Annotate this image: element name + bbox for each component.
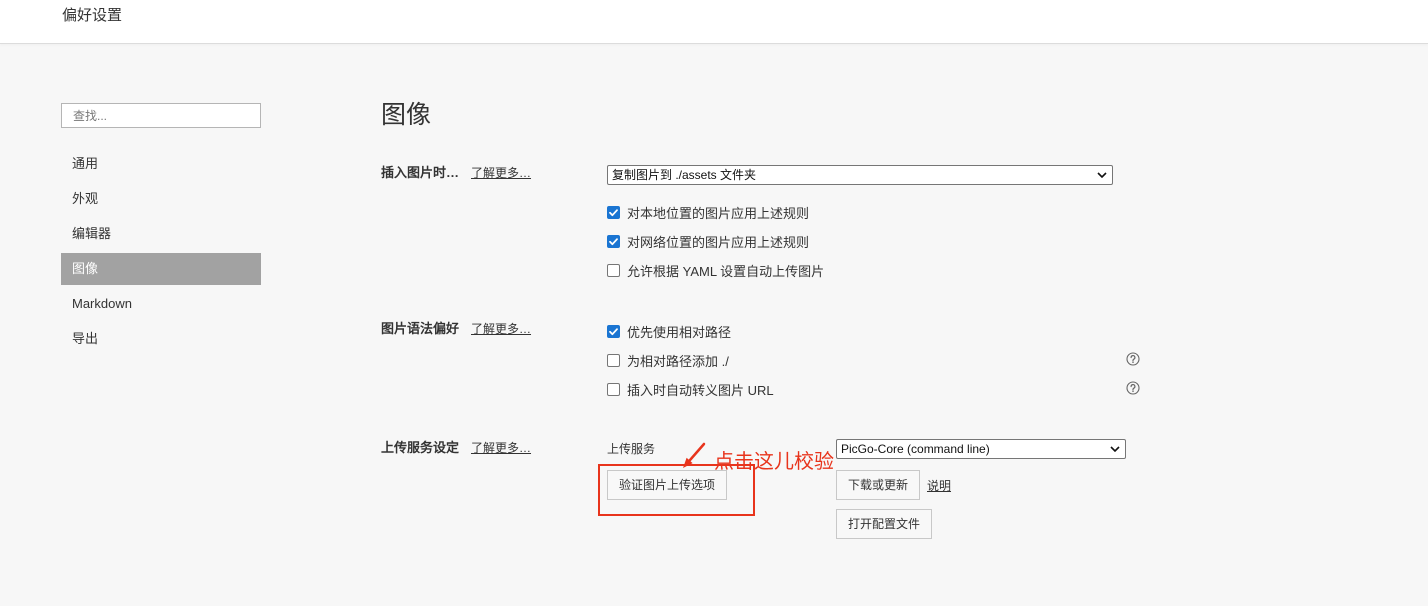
add-dot-slash-checkbox[interactable] bbox=[607, 353, 620, 367]
prefer-relative-path-label: 优先使用相对路径 bbox=[627, 324, 732, 340]
help-icon[interactable] bbox=[1126, 352, 1140, 366]
sidebar-item-image[interactable]: 图像 bbox=[61, 253, 261, 285]
apply-network-images-checkbox[interactable] bbox=[607, 234, 620, 248]
page-title: 图像 bbox=[381, 101, 432, 129]
upload-service-learn-more-link[interactable]: 了解更多… bbox=[471, 438, 531, 458]
chevron-down-icon bbox=[1110, 446, 1120, 452]
add-dot-slash-label: 为相对路径添加 ./ bbox=[627, 353, 729, 369]
checkmark-icon bbox=[609, 327, 618, 335]
sidebar-item-label: 通用 bbox=[72, 156, 99, 171]
help-icon[interactable] bbox=[1126, 381, 1140, 395]
sidebar-item-label: 外观 bbox=[72, 191, 99, 206]
upload-service-section-label: 上传服务设定 bbox=[381, 440, 460, 455]
sidebar-item-label: 编辑器 bbox=[72, 226, 112, 241]
apply-local-images-checkbox[interactable] bbox=[607, 205, 620, 219]
download-update-button[interactable]: 下载或更新 bbox=[836, 470, 920, 500]
option-yaml-auto-upload[interactable]: 允许根据 YAML 设置自动上传图片 bbox=[607, 260, 824, 280]
upload-service-select[interactable]: PicGo-Core (command line) bbox=[836, 439, 1126, 459]
insert-image-action-value: 复制图片到 ./assets 文件夹 bbox=[612, 168, 757, 182]
window-header: 偏好设置 bbox=[0, 0, 1428, 44]
open-config-button[interactable]: 打开配置文件 bbox=[836, 509, 932, 539]
sidebar-item-markdown[interactable]: Markdown bbox=[61, 288, 261, 320]
upload-service-label: 上传服务 bbox=[607, 442, 656, 456]
checkmark-icon bbox=[609, 208, 618, 216]
image-syntax-learn-more-link[interactable]: 了解更多… bbox=[471, 319, 531, 339]
image-syntax-section-label: 图片语法偏好 bbox=[381, 321, 460, 336]
yaml-auto-upload-label: 允许根据 YAML 设置自动上传图片 bbox=[627, 263, 825, 279]
sidebar-item-appearance[interactable]: 外观 bbox=[61, 183, 261, 215]
option-prefer-relative-path[interactable]: 优先使用相对路径 bbox=[607, 321, 731, 341]
option-apply-network-images[interactable]: 对网络位置的图片应用上述规则 bbox=[607, 231, 809, 251]
sidebar-item-export[interactable]: 导出 bbox=[61, 323, 261, 355]
instructions-link[interactable]: 说明 bbox=[927, 476, 951, 496]
window-title: 偏好设置 bbox=[62, 7, 123, 24]
escape-image-url-checkbox[interactable] bbox=[607, 382, 620, 396]
escape-image-url-label: 插入时自动转义图片 URL bbox=[627, 382, 774, 398]
apply-network-images-label: 对网络位置的图片应用上述规则 bbox=[627, 234, 810, 250]
search-input[interactable] bbox=[61, 103, 261, 128]
chevron-down-icon bbox=[1097, 172, 1107, 178]
sidebar-item-label: 图像 bbox=[72, 261, 99, 276]
option-add-dot-slash[interactable]: 为相对路径添加 ./ bbox=[607, 350, 729, 370]
sidebar-nav: 通用 外观 编辑器 图像 Markdown 导出 bbox=[61, 148, 261, 358]
insert-image-action-select[interactable]: 复制图片到 ./assets 文件夹 bbox=[607, 165, 1113, 185]
apply-local-images-label: 对本地位置的图片应用上述规则 bbox=[627, 205, 810, 221]
prefer-relative-path-checkbox[interactable] bbox=[607, 324, 620, 338]
sidebar-item-general[interactable]: 通用 bbox=[61, 148, 261, 180]
upload-service-value: PicGo-Core (command line) bbox=[841, 442, 990, 456]
sidebar-item-label: Markdown bbox=[72, 296, 132, 311]
yaml-auto-upload-checkbox[interactable] bbox=[607, 263, 620, 277]
arrow-icon bbox=[683, 442, 706, 468]
checkmark-icon bbox=[609, 237, 618, 245]
annotation-text: 点击这儿校验 bbox=[714, 451, 834, 473]
insert-image-section-label: 插入图片时… bbox=[381, 165, 460, 180]
sidebar-item-editor[interactable]: 编辑器 bbox=[61, 218, 261, 250]
option-escape-image-url[interactable]: 插入时自动转义图片 URL bbox=[607, 379, 774, 399]
option-apply-local-images[interactable]: 对本地位置的图片应用上述规则 bbox=[607, 202, 809, 222]
insert-image-learn-more-link[interactable]: 了解更多… bbox=[471, 163, 531, 183]
sidebar-item-label: 导出 bbox=[72, 331, 99, 346]
